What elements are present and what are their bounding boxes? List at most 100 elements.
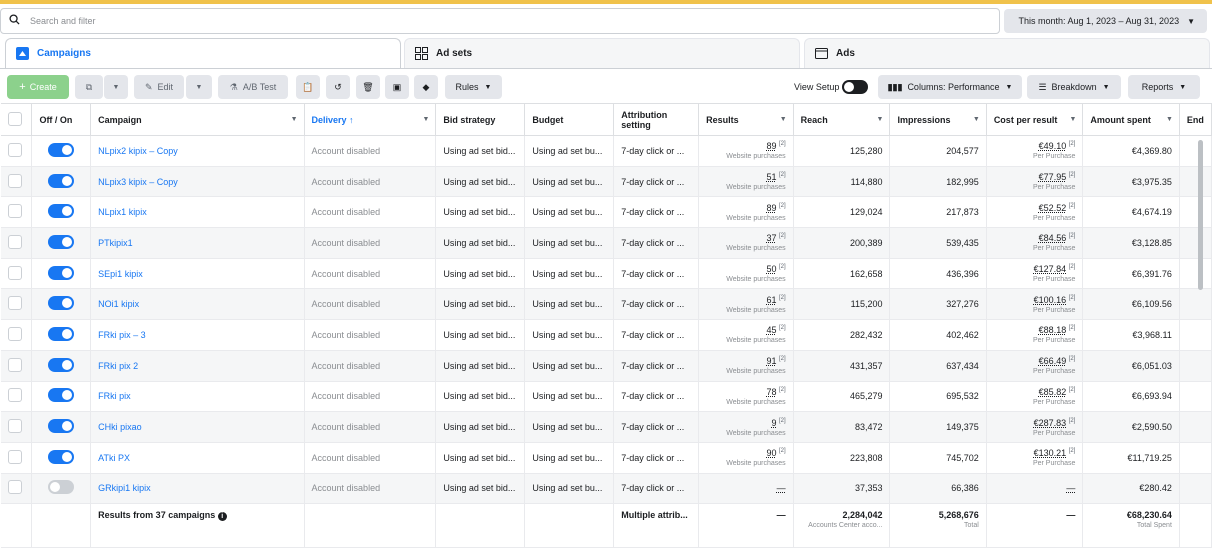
- row-checkbox[interactable]: [8, 173, 22, 188]
- table-row[interactable]: FRki pix 2 Account disabled Using ad set b…: [1, 350, 1212, 382]
- campaign-name-link[interactable]: CHki pixao: [98, 422, 142, 432]
- results-value[interactable]: 90: [766, 448, 776, 458]
- table-row[interactable]: SEpi1 kipix Account disabled Using ad set …: [1, 258, 1212, 290]
- results-value[interactable]: 9: [771, 418, 776, 428]
- table-row[interactable]: NLpix1 kipix Account disabled Using ad set…: [1, 196, 1212, 229]
- tag-button[interactable]: ◆: [414, 75, 438, 99]
- results-value[interactable]: 37: [766, 233, 776, 243]
- results-value[interactable]: 89: [766, 203, 776, 213]
- table-row[interactable]: GRkipi1 kipix Account disabled Using ad se…: [1, 473, 1212, 505]
- vertical-scrollbar[interactable]: [1198, 140, 1203, 290]
- edit-button[interactable]: ✎ Edit: [134, 75, 184, 99]
- campaign-toggle[interactable]: [48, 357, 75, 372]
- campaign-name-link[interactable]: FRki pix – 3: [98, 330, 146, 340]
- campaign-name-link[interactable]: SEpi1 kipix: [98, 269, 143, 279]
- header-impressions[interactable]: Impressions ▼: [889, 103, 987, 136]
- campaign-name-link[interactable]: FRki pix: [98, 391, 131, 401]
- header-ends[interactable]: End: [1179, 103, 1212, 136]
- table-row[interactable]: NLpix3 kipix – Copy Account disabled Using…: [1, 166, 1212, 198]
- cpr-value[interactable]: €100.16: [1034, 295, 1067, 305]
- cpr-value[interactable]: €52.52: [1039, 203, 1067, 213]
- header-campaign[interactable]: Campaign ▼: [90, 103, 305, 136]
- row-checkbox[interactable]: [8, 357, 22, 372]
- campaign-name-link[interactable]: NLpix3 kipix – Copy: [98, 177, 178, 187]
- info-icon[interactable]: i: [217, 512, 227, 522]
- ab-test-button[interactable]: ⚗ A/B Test: [218, 75, 288, 99]
- cpr-value[interactable]: €127.84: [1034, 264, 1067, 274]
- tab-ad-sets[interactable]: Ad sets: [404, 38, 800, 68]
- row-checkbox[interactable]: [8, 204, 22, 219]
- cpr-value[interactable]: €49.10: [1039, 141, 1067, 151]
- header-bid-strategy[interactable]: Bid strategy: [435, 103, 526, 136]
- columns-button[interactable]: ▮▮▮ Columns: Performance ▼: [878, 75, 1022, 99]
- duplicate-dropdown-button[interactable]: ▼: [104, 75, 128, 99]
- cpr-value[interactable]: —: [1066, 483, 1075, 493]
- breakdown-button[interactable]: ☰ Breakdown ▼: [1027, 75, 1121, 99]
- tab-campaigns[interactable]: Campaigns: [5, 38, 401, 68]
- campaign-name-link[interactable]: FRki pix 2: [98, 361, 138, 371]
- results-value[interactable]: 91: [766, 356, 776, 366]
- header-attribution[interactable]: Attribution setting: [613, 103, 700, 136]
- delete-button[interactable]: 🗑: [356, 75, 380, 99]
- cpr-value[interactable]: €287.83: [1034, 418, 1067, 428]
- cpr-value[interactable]: €85.82: [1039, 387, 1067, 397]
- results-value[interactable]: 78: [766, 387, 776, 397]
- table-row[interactable]: NLpix2 kipix – Copy Account disabled Using…: [1, 135, 1212, 167]
- campaign-toggle[interactable]: [48, 204, 75, 219]
- view-setup-toggle[interactable]: View Setup: [790, 75, 872, 99]
- header-reach[interactable]: Reach ▼: [793, 103, 891, 136]
- campaign-name-link[interactable]: NOi1 kipix: [98, 299, 139, 309]
- search-input[interactable]: Search and filter: [0, 8, 1000, 34]
- campaign-toggle[interactable]: [48, 480, 75, 495]
- table-row[interactable]: CHki pixao Account disabled Using ad set b…: [1, 411, 1212, 443]
- edit-dropdown-button[interactable]: ▼: [186, 75, 212, 99]
- header-cost-per-result[interactable]: Cost per result ▼: [986, 103, 1084, 136]
- header-budget[interactable]: Budget: [524, 103, 615, 136]
- header-delivery[interactable]: Delivery ↑ ▼: [304, 103, 437, 136]
- header-off-on[interactable]: Off / On: [31, 103, 92, 136]
- campaign-toggle[interactable]: [48, 173, 75, 188]
- undo-button[interactable]: ↺: [326, 75, 350, 99]
- table-row[interactable]: PTkipix1 Account disabled Using ad set bid…: [1, 227, 1212, 259]
- cpr-value[interactable]: €88.18: [1039, 325, 1067, 335]
- select-all-checkbox[interactable]: [8, 111, 22, 126]
- row-checkbox[interactable]: [8, 296, 22, 311]
- cpr-value[interactable]: €84.56: [1039, 233, 1067, 243]
- results-value[interactable]: 50: [766, 264, 776, 274]
- cpr-value[interactable]: €77.95: [1039, 172, 1067, 182]
- table-row[interactable]: FRki pix Account disabled Using ad set bid…: [1, 381, 1212, 413]
- tab-ads[interactable]: Ads: [804, 38, 1210, 68]
- rules-button[interactable]: Rules ▼: [445, 75, 502, 99]
- table-row[interactable]: FRki pix – 3 Account disabled Using ad set…: [1, 319, 1212, 351]
- results-value[interactable]: 51: [766, 172, 776, 182]
- table-row[interactable]: NOi1 kipix Account disabled Using ad set b…: [1, 288, 1212, 321]
- campaign-toggle[interactable]: [48, 265, 75, 280]
- row-checkbox[interactable]: [8, 234, 22, 249]
- cpr-value[interactable]: €130.21: [1034, 448, 1067, 458]
- date-range-picker[interactable]: This month: Aug 1, 2023 – Aug 31, 2023 ▼: [1004, 9, 1207, 33]
- row-checkbox[interactable]: [8, 326, 22, 341]
- campaign-name-link[interactable]: ATki PX: [98, 453, 130, 463]
- results-value[interactable]: 89: [766, 141, 776, 151]
- row-checkbox[interactable]: [8, 480, 22, 495]
- row-checkbox[interactable]: [8, 142, 22, 157]
- table-row[interactable]: ATki PX Account disabled Using ad set bid.…: [1, 442, 1212, 474]
- campaign-toggle[interactable]: [48, 419, 75, 434]
- row-checkbox[interactable]: [8, 419, 22, 434]
- campaign-name-link[interactable]: GRkipi1 kipix: [98, 483, 151, 493]
- campaign-toggle[interactable]: [48, 296, 75, 311]
- campaign-name-link[interactable]: NLpix1 kipix: [98, 207, 147, 217]
- campaign-name-link[interactable]: NLpix2 kipix – Copy: [98, 146, 178, 156]
- results-value[interactable]: 61: [766, 295, 776, 305]
- results-value[interactable]: —: [777, 483, 786, 493]
- clipboard-button[interactable]: 📋: [296, 75, 320, 99]
- create-button[interactable]: + Create: [7, 75, 69, 99]
- reports-button[interactable]: Reports ▼: [1128, 75, 1200, 99]
- row-checkbox[interactable]: [8, 265, 22, 280]
- campaign-toggle[interactable]: [48, 449, 75, 464]
- row-checkbox[interactable]: [8, 449, 22, 464]
- campaign-toggle[interactable]: [48, 234, 75, 249]
- campaign-toggle[interactable]: [48, 142, 75, 157]
- campaign-toggle[interactable]: [48, 388, 75, 403]
- results-value[interactable]: 45: [766, 325, 776, 335]
